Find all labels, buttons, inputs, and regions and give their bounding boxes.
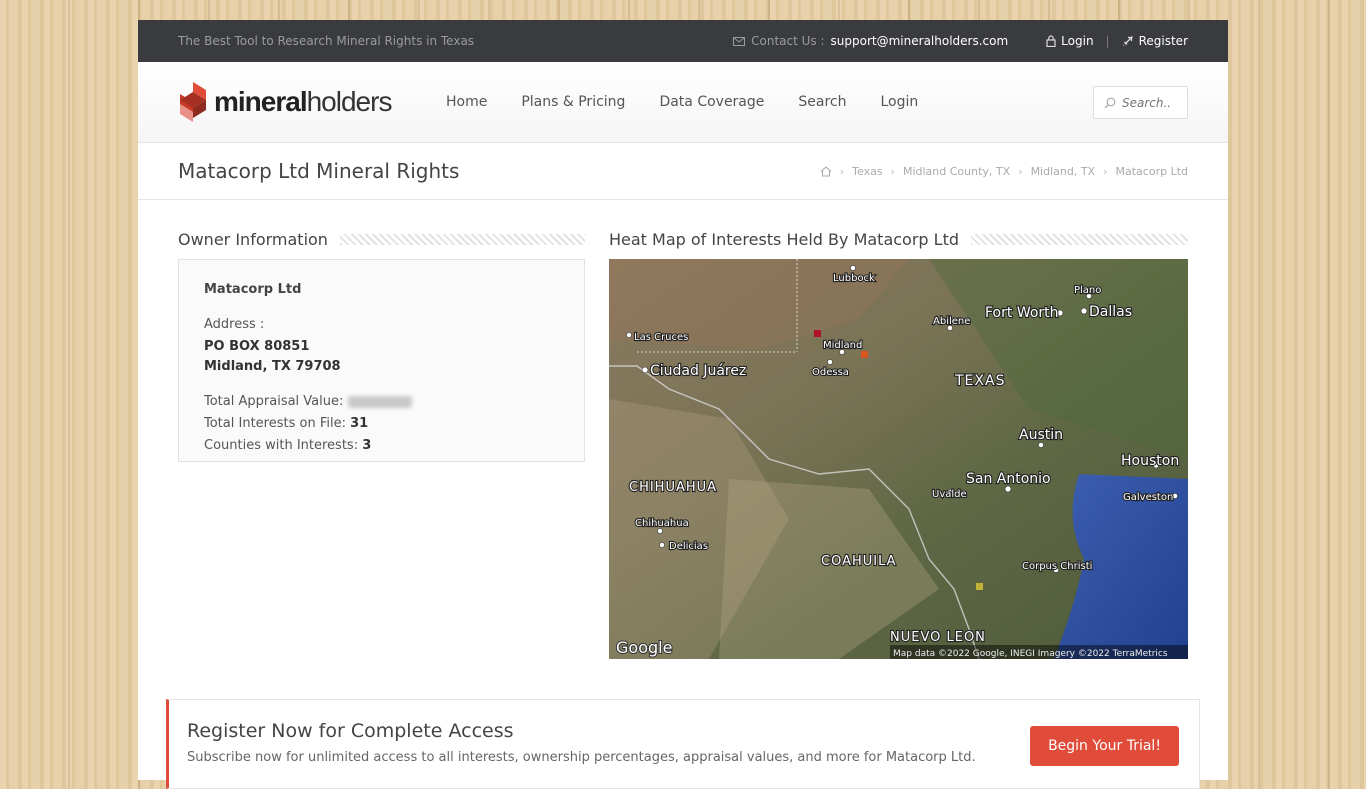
search-input[interactable] (1122, 95, 1182, 110)
home-icon[interactable] (820, 165, 832, 177)
nav-data-coverage[interactable]: Data Coverage (659, 94, 764, 110)
heat-map[interactable]: Lubbock Plano Dallas Fort Worth Abilene … (609, 259, 1188, 659)
appraisal-value-blurred (347, 395, 412, 408)
map-label-coahuila: COAHUILA (821, 554, 897, 569)
breadcrumb: › Texas › Midland County, TX › Midland, … (820, 165, 1188, 178)
map-label-corpus-christi: Corpus Christi (1022, 561, 1092, 572)
interests-value: 31 (350, 416, 369, 431)
appraisal-row: Total Appraisal Value: (204, 391, 559, 413)
register-banner: Register Now for Complete Access Subscri… (166, 699, 1200, 789)
envelope-icon (733, 36, 746, 46)
map-label-midland: Midland (823, 340, 862, 351)
logo-text-light: holders (306, 86, 393, 117)
rocket-icon (1122, 36, 1133, 46)
main-content: Owner Information Matacorp Ltd Address :… (138, 200, 1228, 700)
chevron-right-icon: › (1018, 164, 1023, 178)
main-nav: Home Plans & Pricing Data Coverage Searc… (446, 94, 918, 110)
interests-label: Total Interests on File: (204, 416, 346, 431)
chevron-right-icon: › (1103, 164, 1108, 178)
page-title: Matacorp Ltd Mineral Rights (178, 159, 460, 183)
chevron-right-icon: › (839, 164, 845, 178)
breadcrumb-city[interactable]: Midland, TX (1031, 165, 1096, 178)
top-register-label: Register (1138, 34, 1188, 48)
map-label-houston: Houston (1121, 453, 1179, 469)
chevron-right-icon: › (890, 164, 895, 178)
top-login-link[interactable]: Login (1046, 34, 1094, 48)
owner-info-card: Matacorp Ltd Address : PO BOX 80851 Midl… (178, 259, 585, 462)
appraisal-label: Total Appraisal Value: (204, 394, 344, 409)
heat-point (814, 330, 821, 337)
map-label-texas: TEXAS (954, 373, 1005, 389)
map-label-austin: Austin (1019, 427, 1063, 443)
counties-value: 3 (362, 438, 372, 453)
breadcrumb-current: Matacorp Ltd (1115, 164, 1189, 178)
search-icon (1104, 97, 1116, 108)
owner-name: Matacorp Ltd (204, 282, 302, 297)
map-label-fort-worth: Fort Worth (985, 305, 1059, 321)
nav-search[interactable]: Search (798, 94, 846, 110)
map-label-dallas: Dallas (1089, 304, 1132, 320)
interests-row: Total Interests on File: 31 (204, 413, 559, 435)
top-login-label: Login (1061, 34, 1094, 48)
logo-text: mineralholders (214, 86, 393, 118)
map-label-chihuahua: Chihuahua (635, 518, 689, 529)
map-attribution: Map data ©2022 Google, INEGI Imagery ©20… (893, 649, 1168, 659)
breadcrumb-county[interactable]: Midland County, TX (903, 165, 1010, 178)
logo-mark-icon (180, 82, 206, 122)
map-label-san-antonio: San Antonio (966, 471, 1051, 487)
top-register-link[interactable]: Register (1122, 34, 1188, 48)
map-label-plano: Plano (1074, 285, 1101, 296)
heatmap-heading: Heat Map of Interests Held By Matacorp L… (609, 230, 1188, 249)
heading-stripes (339, 234, 585, 245)
map-label-las-cruces: Las Cruces (634, 332, 688, 343)
site-header: mineralholders Home Plans & Pricing Data… (138, 62, 1228, 143)
lock-icon (1046, 35, 1056, 47)
nav-plans-pricing[interactable]: Plans & Pricing (521, 94, 625, 110)
tagline: The Best Tool to Research Mineral Rights… (178, 34, 475, 48)
contact-email-link[interactable]: support@mineralholders.com (831, 34, 1009, 48)
address-line-2: Midland, TX 79708 (204, 359, 341, 374)
top-bar: The Best Tool to Research Mineral Rights… (138, 20, 1228, 62)
divider: | (1105, 34, 1110, 48)
search-box (1093, 86, 1188, 119)
breadcrumb-texas[interactable]: Texas (852, 165, 882, 178)
heatmap-heading-text: Heat Map of Interests Held By Matacorp L… (609, 230, 960, 249)
map-label-lubbock: Lubbock (833, 273, 875, 284)
owner-info-heading: Owner Information (178, 230, 585, 249)
nav-login[interactable]: Login (881, 94, 919, 110)
map-label-odessa: Odessa (812, 367, 849, 378)
contact-label: Contact Us : (751, 34, 825, 48)
map-label-uvalde: Uvalde (932, 489, 967, 500)
google-logo: Google (616, 638, 672, 657)
map-label-ciudad-juarez: Ciudad Juárez (650, 363, 746, 379)
site-logo[interactable]: mineralholders (178, 80, 446, 124)
address-label: Address : (204, 317, 265, 332)
map-label-galveston: Galveston (1123, 492, 1173, 503)
heading-stripes (971, 234, 1188, 245)
owner-heading-text: Owner Information (178, 230, 328, 249)
heat-point (976, 583, 983, 590)
page-title-bar: Matacorp Ltd Mineral Rights › Texas › Mi… (138, 143, 1228, 200)
counties-label: Counties with Interests: (204, 438, 359, 453)
logo-text-bold: mineral (214, 86, 308, 117)
heat-point (861, 351, 868, 358)
page-container: The Best Tool to Research Mineral Rights… (138, 20, 1228, 789)
map-label-delicias: Delicias (669, 541, 708, 552)
map-label-abilene: Abilene (933, 316, 970, 327)
address-line-1: PO BOX 80851 (204, 339, 310, 354)
nav-home[interactable]: Home (446, 94, 487, 110)
map-label-nuevo-leon: NUEVO LEON (890, 630, 986, 645)
contact-info: Contact Us : support@mineralholders.com (733, 34, 1008, 48)
map-label-chihuahua-state: CHIHUAHUA (629, 480, 717, 495)
begin-trial-button[interactable]: Begin Your Trial! (1030, 726, 1179, 766)
counties-row: Counties with Interests: 3 (204, 435, 559, 457)
